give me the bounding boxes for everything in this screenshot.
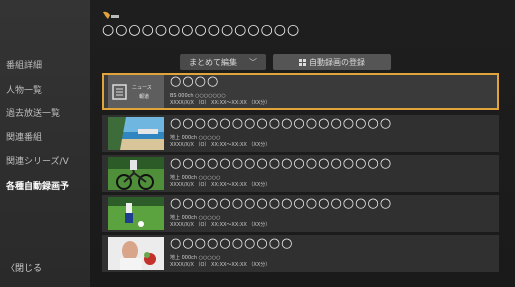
news-thumb-sub: 報道 xyxy=(139,94,150,100)
program-thumbnail xyxy=(108,197,164,230)
program-row[interactable]: ニュース 報道 ○○○○ BS 000ch ○○○○○○○ XXXX/X/X （… xyxy=(102,73,499,110)
sidebar: 番組詳細 人物一覧 過去放送一覧 関連番組 関連シリーズ/V 各種自動録画予 〈… xyxy=(0,0,90,287)
sidebar-item-past-broadcasts[interactable]: 過去放送一覧 xyxy=(6,106,60,119)
chevron-down-icon: ﹀ xyxy=(249,57,257,67)
sidebar-item-related-series[interactable]: 関連シリーズ/V xyxy=(6,154,69,167)
main-panel: ○○○○○○○○○○○○○○○ まとめて編集 ﹀ 自動録画の登録 ニュース 報道… xyxy=(90,0,515,287)
sidebar-item-people[interactable]: 人物一覧 xyxy=(6,83,42,96)
program-row[interactable]: ○○○○○○○○○○○○○○○○○○ 地上 000ch ○○○○○ XXXX/X… xyxy=(102,155,499,192)
channel-info: 地上 000ch ○○○○○ xyxy=(170,255,221,261)
recording-screen: 番組詳細 人物一覧 過去放送一覧 関連番組 関連シリーズ/V 各種自動録画予 〈… xyxy=(0,0,515,287)
channel-info: 地上 000ch ○○○○○ xyxy=(170,135,221,141)
channel-info: 地上 000ch ○○○○○ xyxy=(170,215,221,221)
grid-icon xyxy=(299,58,306,66)
air-time: XXXX/X/X （O） XX:XX～XX:XX （XX分） xyxy=(170,222,271,228)
air-time: XXXX/X/X （O） XX:XX～XX:XX （XX分） xyxy=(170,100,271,106)
program-row[interactable]: ○○○○○○○○○○ 地上 000ch ○○○○○ XXXX/X/X （O） X… xyxy=(102,235,499,272)
sidebar-item-program-details[interactable]: 番組詳細 xyxy=(6,58,42,71)
close-button[interactable]: 〈閉じる xyxy=(6,261,42,274)
program-thumbnail xyxy=(108,117,164,150)
air-time: XXXX/X/X （O） XX:XX～XX:XX （XX分） xyxy=(170,142,271,148)
register-auto-recording-button[interactable]: 自動録画の登録 xyxy=(273,54,391,70)
sidebar-item-related-programs[interactable]: 関連番組 xyxy=(6,130,42,143)
air-time: XXXX/X/X （O） XX:XX～XX:XX （XX分） xyxy=(170,182,271,188)
program-title: ○○○○○○○○○○ xyxy=(170,236,294,251)
news-thumb-label: ニュース xyxy=(132,85,152,91)
program-title: ○○○○ xyxy=(170,74,220,89)
program-row[interactable]: ○○○○○○○○○○○○○○○○○○ 地上 000ch ○○○○○ XXXX/X… xyxy=(102,195,499,232)
program-thumbnail xyxy=(108,157,164,190)
program-title: ○○○○○○○○○○○○○○○○○○ xyxy=(170,196,393,211)
register-label: 自動録画の登録 xyxy=(309,57,365,67)
bulk-edit-dropdown[interactable]: まとめて編集 ﹀ xyxy=(180,54,266,70)
news-thumbnail: ニュース 報道 xyxy=(108,75,164,108)
program-title: ○○○○○○○○○○○○○○○○○○ xyxy=(170,156,393,171)
sidebar-item-auto-recording[interactable]: 各種自動録画予 xyxy=(6,179,69,192)
program-row[interactable]: ○○○○○○○○○○○○○○○○○○ 地上 000ch ○○○○○ XXXX/X… xyxy=(102,115,499,152)
program-thumbnail xyxy=(108,237,164,270)
bulk-edit-label: まとめて編集 xyxy=(189,57,237,67)
channel-info: 地上 000ch ○○○○○ xyxy=(170,175,221,181)
air-time: XXXX/X/X （O） XX:XX～XX:XX （XX分） xyxy=(170,262,271,268)
program-title: ○○○○○○○○○○○○○○○○○○ xyxy=(170,116,393,131)
channel-info: BS 000ch ○○○○○○○ xyxy=(170,93,226,99)
program-list: ニュース 報道 ○○○○ BS 000ch ○○○○○○○ XXXX/X/X （… xyxy=(102,73,499,277)
page-title: ○○○○○○○○○○○○○○○ xyxy=(102,22,301,38)
news-icon xyxy=(112,84,127,100)
channel-logo xyxy=(103,11,119,19)
